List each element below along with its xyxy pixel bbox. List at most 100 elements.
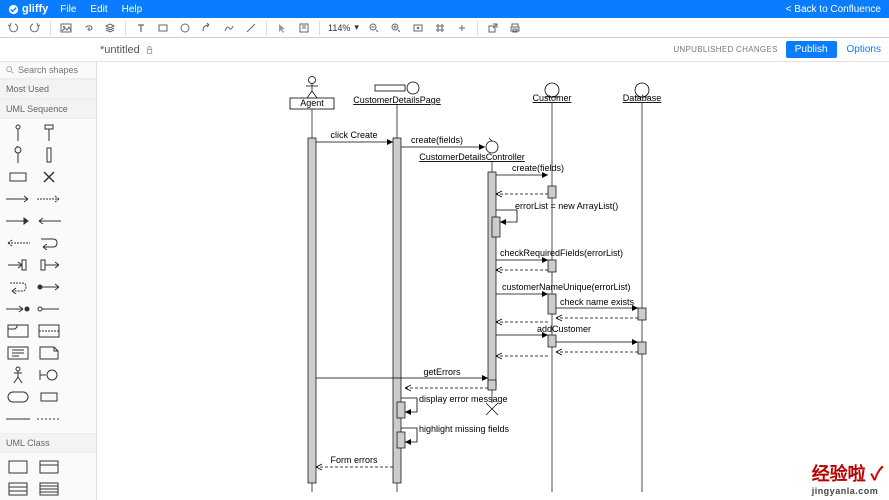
shape-destroy[interactable]: [33, 166, 64, 188]
shapes-search-input[interactable]: [18, 65, 78, 75]
shape-class-rows[interactable]: [33, 478, 64, 500]
options-link[interactable]: Options: [847, 44, 881, 55]
shape-object-lifeline[interactable]: [33, 122, 64, 144]
shape-object[interactable]: [2, 166, 33, 188]
shape-ref-frame[interactable]: [2, 342, 33, 364]
shape-state[interactable]: [2, 386, 33, 408]
shape-control-lifeline[interactable]: [2, 144, 33, 166]
activation-page[interactable]: [393, 138, 401, 483]
publish-button[interactable]: Publish: [786, 41, 837, 58]
message-create-fields-1[interactable]: create(fields): [401, 135, 485, 150]
activation-customer-1[interactable]: [548, 186, 556, 198]
shape-self-message[interactable]: [33, 232, 64, 254]
back-to-confluence-link[interactable]: < Back to Confluence: [786, 4, 881, 15]
shape-class-2[interactable]: [33, 456, 64, 478]
message-check-required[interactable]: checkRequiredFields(errorList): [496, 248, 623, 273]
activation-page-self2[interactable]: [397, 432, 405, 448]
section-uml-class[interactable]: UML Class: [0, 433, 96, 453]
message-highlight-missing[interactable]: highlight missing fields: [401, 424, 510, 445]
activation-page-self1[interactable]: [397, 402, 405, 418]
freehand-icon[interactable]: [222, 21, 236, 35]
document-title[interactable]: *untitled: [100, 44, 140, 56]
shape-message-open[interactable]: [2, 210, 33, 232]
activation-database-1[interactable]: [638, 308, 646, 320]
shape-constraint[interactable]: [2, 408, 33, 430]
circle-icon[interactable]: [178, 21, 192, 35]
shape-sync-bar-right[interactable]: [2, 254, 33, 276]
redo-icon[interactable]: [28, 21, 42, 35]
shape-frame[interactable]: [2, 320, 33, 342]
shape-return-dash[interactable]: [2, 232, 33, 254]
shape-self-return[interactable]: [2, 276, 33, 298]
print-icon[interactable]: [508, 21, 522, 35]
line-icon[interactable]: [244, 21, 258, 35]
svg-text:checkRequiredFields(errorList): checkRequiredFields(errorList): [500, 248, 623, 258]
toolbar: 114% ▾: [0, 18, 889, 38]
zoom-dropdown-icon[interactable]: ▾: [354, 22, 359, 33]
svg-text:create(fields): create(fields): [512, 163, 564, 173]
message-click-create[interactable]: click Create: [316, 130, 393, 145]
zoom-fit-icon[interactable]: [411, 21, 425, 35]
shape-found-message[interactable]: [33, 276, 64, 298]
activation-customer-2[interactable]: [548, 260, 556, 272]
activation-customer-4[interactable]: [548, 335, 556, 347]
rect-icon[interactable]: [156, 21, 170, 35]
section-most-used[interactable]: Most Used: [0, 79, 96, 99]
message-form-errors[interactable]: Form errors: [316, 455, 393, 470]
grid-toggle-icon[interactable]: [455, 21, 469, 35]
activation-controller[interactable]: [488, 172, 496, 387]
shape-class-simple[interactable]: [2, 456, 33, 478]
pointer-icon[interactable]: [275, 21, 289, 35]
message-add-customer[interactable]: addCustomer: [496, 324, 638, 359]
menu-edit[interactable]: Edit: [90, 4, 107, 15]
shape-actor-lifeline[interactable]: [2, 122, 33, 144]
text-icon[interactable]: [134, 21, 148, 35]
svg-text:check name exists: check name exists: [560, 297, 635, 307]
zoom-out-icon[interactable]: [367, 21, 381, 35]
image-icon[interactable]: [59, 21, 73, 35]
activation-controller-self1[interactable]: [492, 217, 500, 237]
svg-text:Form errors: Form errors: [331, 455, 378, 465]
lock-icon: [145, 45, 154, 54]
shape-message-async[interactable]: [33, 188, 64, 210]
shape-sync-bar-left[interactable]: [33, 254, 64, 276]
message-display-error[interactable]: display error message: [401, 394, 508, 415]
activation-agent[interactable]: [308, 138, 316, 483]
shape-box[interactable]: [33, 386, 64, 408]
zoom-value[interactable]: 114%: [328, 23, 350, 33]
shape-actor-stick[interactable]: [2, 364, 33, 386]
undo-icon[interactable]: [6, 21, 20, 35]
menu-help[interactable]: Help: [122, 4, 143, 15]
message-errorlist[interactable]: errorList = new ArrayList(): [496, 201, 618, 225]
svg-text:Customer: Customer: [532, 93, 571, 103]
svg-text:addCustomer: addCustomer: [537, 324, 591, 334]
message-get-errors[interactable]: getErrors: [316, 367, 488, 391]
menu-file[interactable]: File: [60, 4, 76, 15]
popout-icon[interactable]: [486, 21, 500, 35]
activation-controller-ge[interactable]: [488, 380, 496, 390]
shape-activation[interactable]: [33, 144, 64, 166]
shape-return[interactable]: [33, 210, 64, 232]
shape-message[interactable]: [2, 188, 33, 210]
shape-separator[interactable]: [33, 408, 64, 430]
layers-icon[interactable]: [103, 21, 117, 35]
link-icon[interactable]: [81, 21, 95, 35]
svg-text:CustomerDetailsPage: CustomerDetailsPage: [353, 95, 441, 105]
connector-icon[interactable]: [200, 21, 214, 35]
message-check-exists[interactable]: check name exists: [496, 297, 638, 325]
shape-lost-message[interactable]: [2, 298, 33, 320]
activation-database-2[interactable]: [638, 342, 646, 354]
note-icon[interactable]: [297, 21, 311, 35]
activation-customer-3[interactable]: [548, 294, 556, 314]
zoom-in-icon[interactable]: [389, 21, 403, 35]
svg-text:highlight missing fields: highlight missing fields: [419, 424, 510, 434]
shape-class-3[interactable]: [2, 478, 33, 500]
shape-boundary[interactable]: [33, 364, 64, 386]
shape-opt-frame[interactable]: [33, 320, 64, 342]
message-name-unique[interactable]: customerNameUnique(errorList): [496, 282, 631, 297]
diagram-canvas[interactable]: Agent CustomerDetailsPage Customer: [97, 62, 889, 500]
shape-gate[interactable]: [33, 298, 64, 320]
shape-note[interactable]: [33, 342, 64, 364]
grid-snap-icon[interactable]: [433, 21, 447, 35]
section-uml-sequence[interactable]: UML Sequence: [0, 99, 96, 119]
